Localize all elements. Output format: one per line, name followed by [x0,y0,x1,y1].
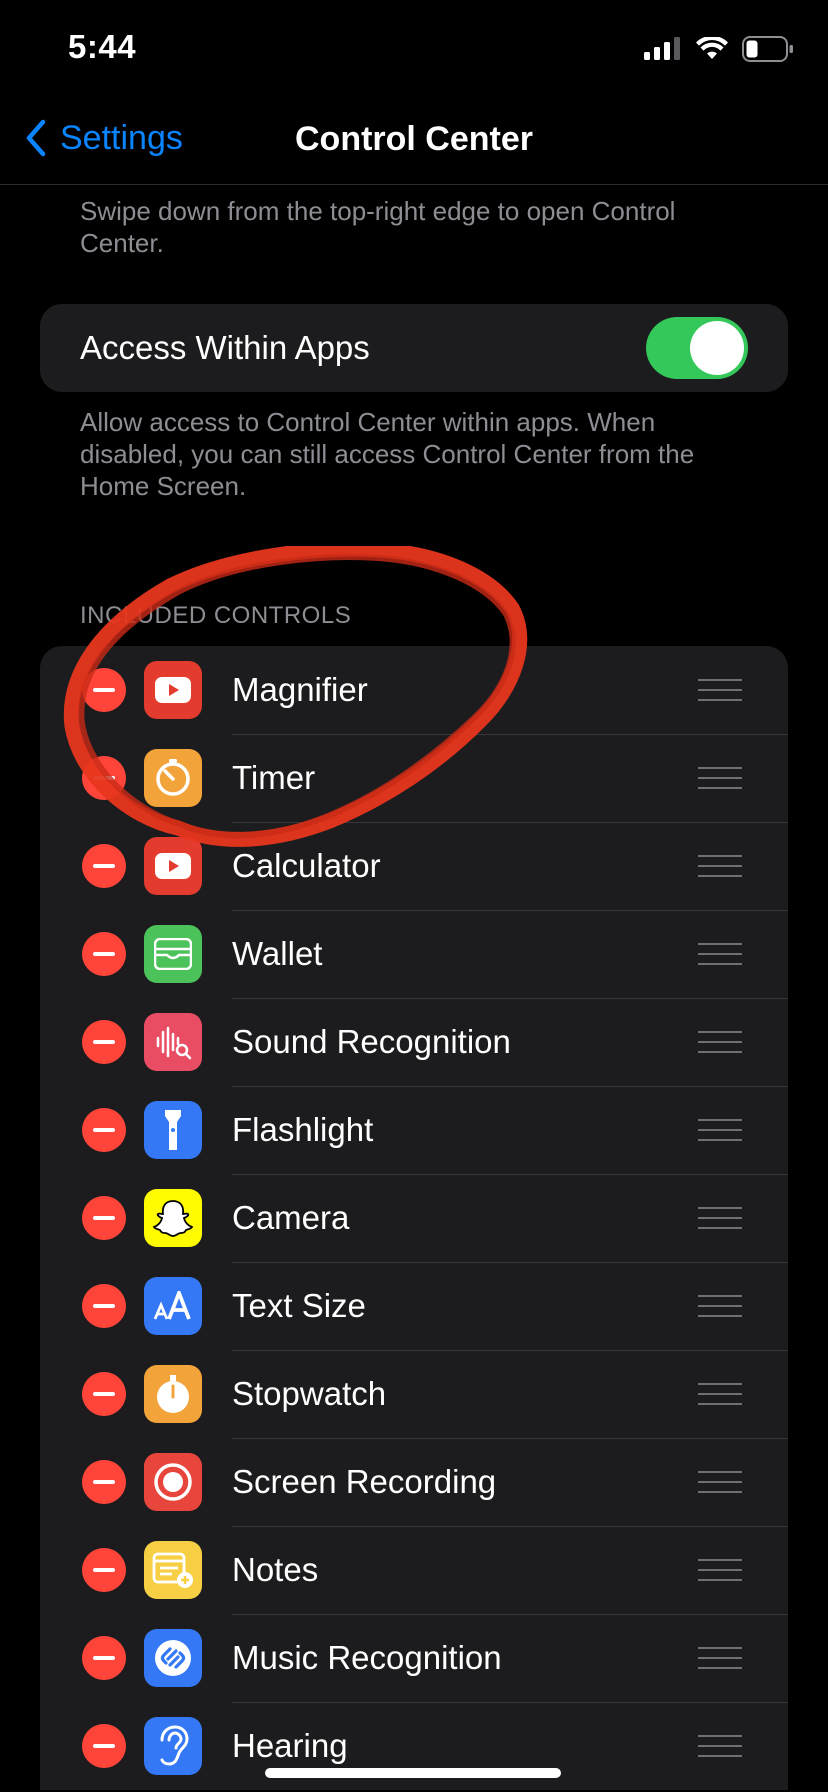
timer-icon [144,749,202,807]
access-within-apps-footer: Allow access to Control Center within ap… [80,407,695,501]
control-row-timer: Timer [40,734,788,823]
control-row-flashlight: Flashlight [40,1086,788,1175]
reorder-handle-icon[interactable] [698,1295,742,1317]
control-row-wallet: Wallet [40,910,788,999]
toggle-knob [690,321,744,375]
shazam-icon [144,1629,202,1687]
reorder-handle-icon[interactable] [698,1471,742,1493]
wifi-icon [696,37,728,59]
remove-button[interactable] [82,844,126,888]
control-row-text-size: Text Size [40,1262,788,1351]
reorder-handle-icon[interactable] [698,943,742,965]
included-controls-list: Magnifier Timer Calculator Wallet Sound … [40,646,788,1790]
stopwatch-icon [144,1365,202,1423]
page-title: Control Center [0,120,828,159]
reorder-handle-icon[interactable] [698,1559,742,1581]
access-within-apps-group: Access Within Apps [40,304,788,392]
remove-button[interactable] [82,756,126,800]
reorder-handle-icon[interactable] [698,679,742,701]
control-row-stopwatch: Stopwatch [40,1350,788,1439]
reorder-handle-icon[interactable] [698,1383,742,1405]
control-row-camera: Camera [40,1174,788,1263]
remove-button[interactable] [82,1636,126,1680]
sound-recognition-icon [144,1013,202,1071]
included-controls-header: INCLUDED CONTROLS [80,602,352,629]
control-row-music-recognition: Music Recognition [40,1614,788,1703]
remove-button[interactable] [82,932,126,976]
access-within-apps-label: Access Within Apps [80,329,370,366]
control-row-magnifier: Magnifier [40,646,788,735]
control-row-calculator: Calculator [40,822,788,911]
navigation-bar: Settings Control Center [0,100,828,185]
reorder-handle-icon[interactable] [698,1119,742,1141]
remove-button[interactable] [82,668,126,712]
youtube-icon [144,661,202,719]
control-row-sound-recognition: Sound Recognition [40,998,788,1087]
remove-button[interactable] [82,1020,126,1064]
access-within-apps-toggle[interactable] [646,317,748,379]
page-title-text: Control Center [295,120,533,158]
wallet-icon [144,925,202,983]
remove-button[interactable] [82,1548,126,1592]
snapchat-icon [144,1189,202,1247]
control-row-screen-recording: Screen Recording [40,1438,788,1527]
status-icons [644,36,794,62]
cellular-signal-icon [644,37,680,60]
reorder-handle-icon[interactable] [698,1031,742,1053]
notes-icon [144,1541,202,1599]
remove-button[interactable] [82,1196,126,1240]
access-within-apps-row: Access Within Apps [40,304,788,392]
reorder-handle-icon[interactable] [698,855,742,877]
youtube-icon [144,837,202,895]
remove-button[interactable] [82,1108,126,1152]
reorder-handle-icon[interactable] [698,767,742,789]
control-row-notes: Notes [40,1526,788,1615]
remove-button[interactable] [82,1460,126,1504]
reorder-handle-icon[interactable] [698,1207,742,1229]
home-indicator[interactable] [265,1768,561,1778]
reorder-handle-icon[interactable] [698,1735,742,1757]
settings-content: Swipe down from the top-right edge to op… [0,185,828,1790]
status-time: 5:44 [68,28,137,65]
flashlight-icon [144,1101,202,1159]
battery-icon [742,36,793,62]
text-size-icon [144,1277,202,1335]
status-bar: 5:44 [0,0,828,100]
reorder-handle-icon[interactable] [698,1647,742,1669]
remove-button[interactable] [82,1724,126,1768]
remove-button[interactable] [82,1284,126,1328]
hearing-icon [144,1717,202,1775]
intro-description: Swipe down from the top-right edge to op… [80,196,676,258]
remove-button[interactable] [82,1372,126,1416]
screen-recording-icon [144,1453,202,1511]
